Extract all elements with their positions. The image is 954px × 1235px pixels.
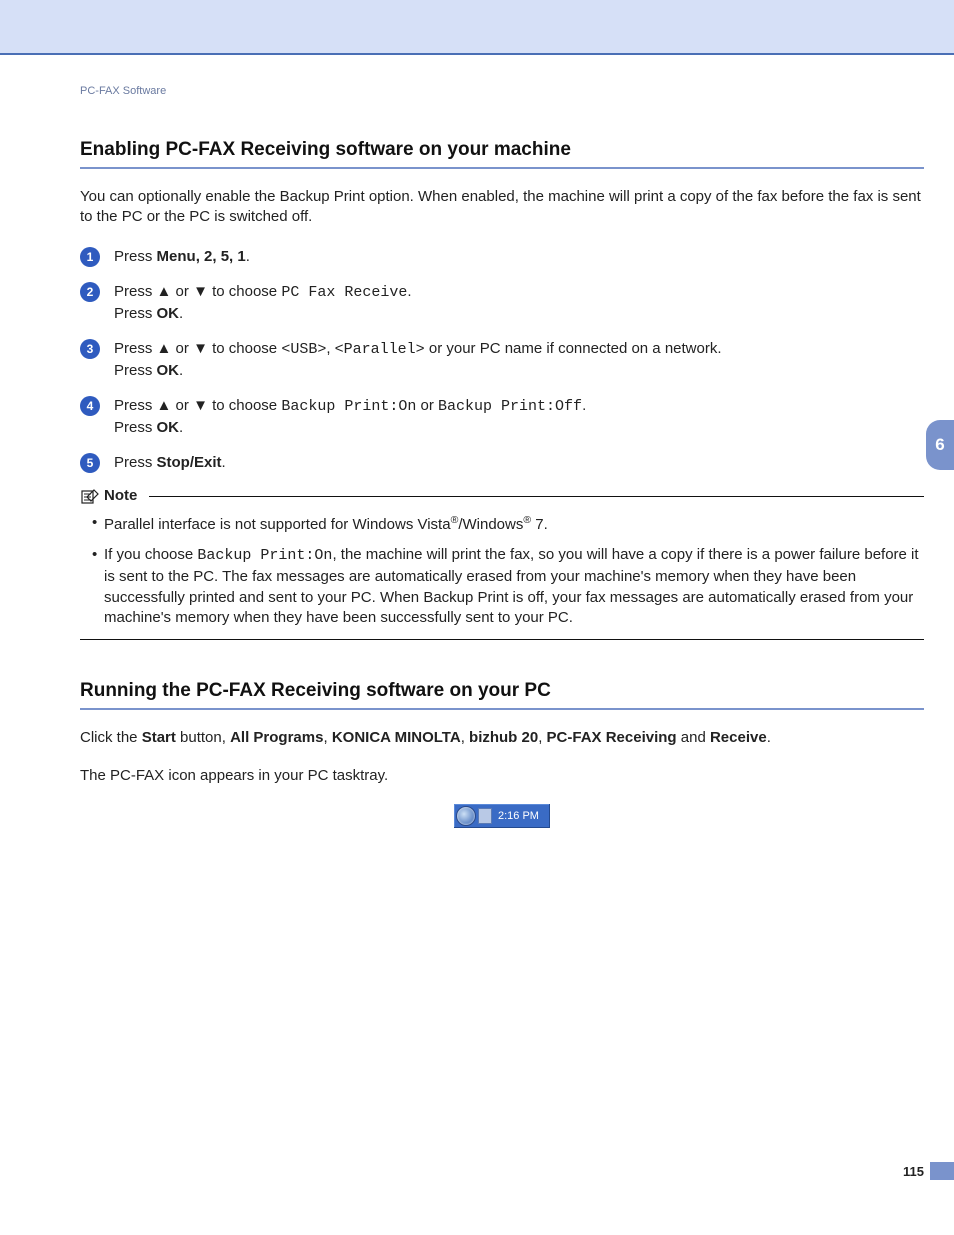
step4-text: Press ▲ or ▼ to choose Backup Print:On o… [114,397,586,436]
step2-text: Press ▲ or ▼ to choose PC Fax Receive. P… [114,283,412,322]
tray-icon-2 [478,808,492,824]
bottom-accent [930,1162,954,1180]
note-block: Note Parallel interface is not supported… [80,487,924,640]
top-bar [0,0,954,55]
note-item-1: Parallel interface is not supported for … [92,513,924,536]
down-arrow-icon: ▼ [193,397,208,414]
up-arrow-icon: ▲ [157,397,172,414]
page-content: PC-FAX Software Enabling PC-FAX Receivin… [80,85,924,828]
note-pencil-icon [80,487,100,505]
note-list: Parallel interface is not supported for … [80,513,924,629]
step1-text: Press Menu, 2, 5, 1. [114,248,250,265]
step-1: 1 Press Menu, 2, 5, 1. [80,246,924,267]
step5-text: Press Stop/Exit. [114,454,226,471]
tasktray-image: 2:16 PM [454,804,550,828]
step-badge-2: 2 [80,282,100,302]
down-arrow-icon: ▼ [193,340,208,357]
step-4: 4 Press ▲ or ▼ to choose Backup Print:On… [80,395,924,438]
tray-time: 2:16 PM [498,810,539,822]
section1-intro: You can optionally enable the Backup Pri… [80,187,924,228]
note-label: Note [104,487,137,504]
note-item-2: If you choose Backup Print:On, the machi… [92,545,924,629]
page-number: 115 [903,1164,924,1179]
step-badge-5: 5 [80,453,100,473]
up-arrow-icon: ▲ [157,340,172,357]
step-badge-1: 1 [80,247,100,267]
breadcrumb: PC-FAX Software [80,85,924,97]
step-badge-3: 3 [80,339,100,359]
pcfax-tray-icon [456,806,476,826]
step-2: 2 Press ▲ or ▼ to choose PC Fax Receive.… [80,281,924,324]
chapter-tab: 6 [926,420,954,470]
step-5: 5 Press Stop/Exit. [80,452,924,473]
step3-text: Press ▲ or ▼ to choose <USB>, <Parallel>… [114,340,722,379]
section2-heading: Running the PC-FAX Receiving software on… [80,680,924,710]
steps-list: 1 Press Menu, 2, 5, 1. 2 Press ▲ or ▼ to… [80,246,924,473]
step-3: 3 Press ▲ or ▼ to choose <USB>, <Paralle… [80,338,924,381]
section1-heading: Enabling PC-FAX Receiving software on yo… [80,139,924,169]
section2-line1: Click the Start button, All Programs, KO… [80,728,924,748]
down-arrow-icon: ▼ [193,283,208,300]
section2-line2: The PC-FAX icon appears in your PC taskt… [80,766,924,786]
step-badge-4: 4 [80,396,100,416]
up-arrow-icon: ▲ [157,283,172,300]
